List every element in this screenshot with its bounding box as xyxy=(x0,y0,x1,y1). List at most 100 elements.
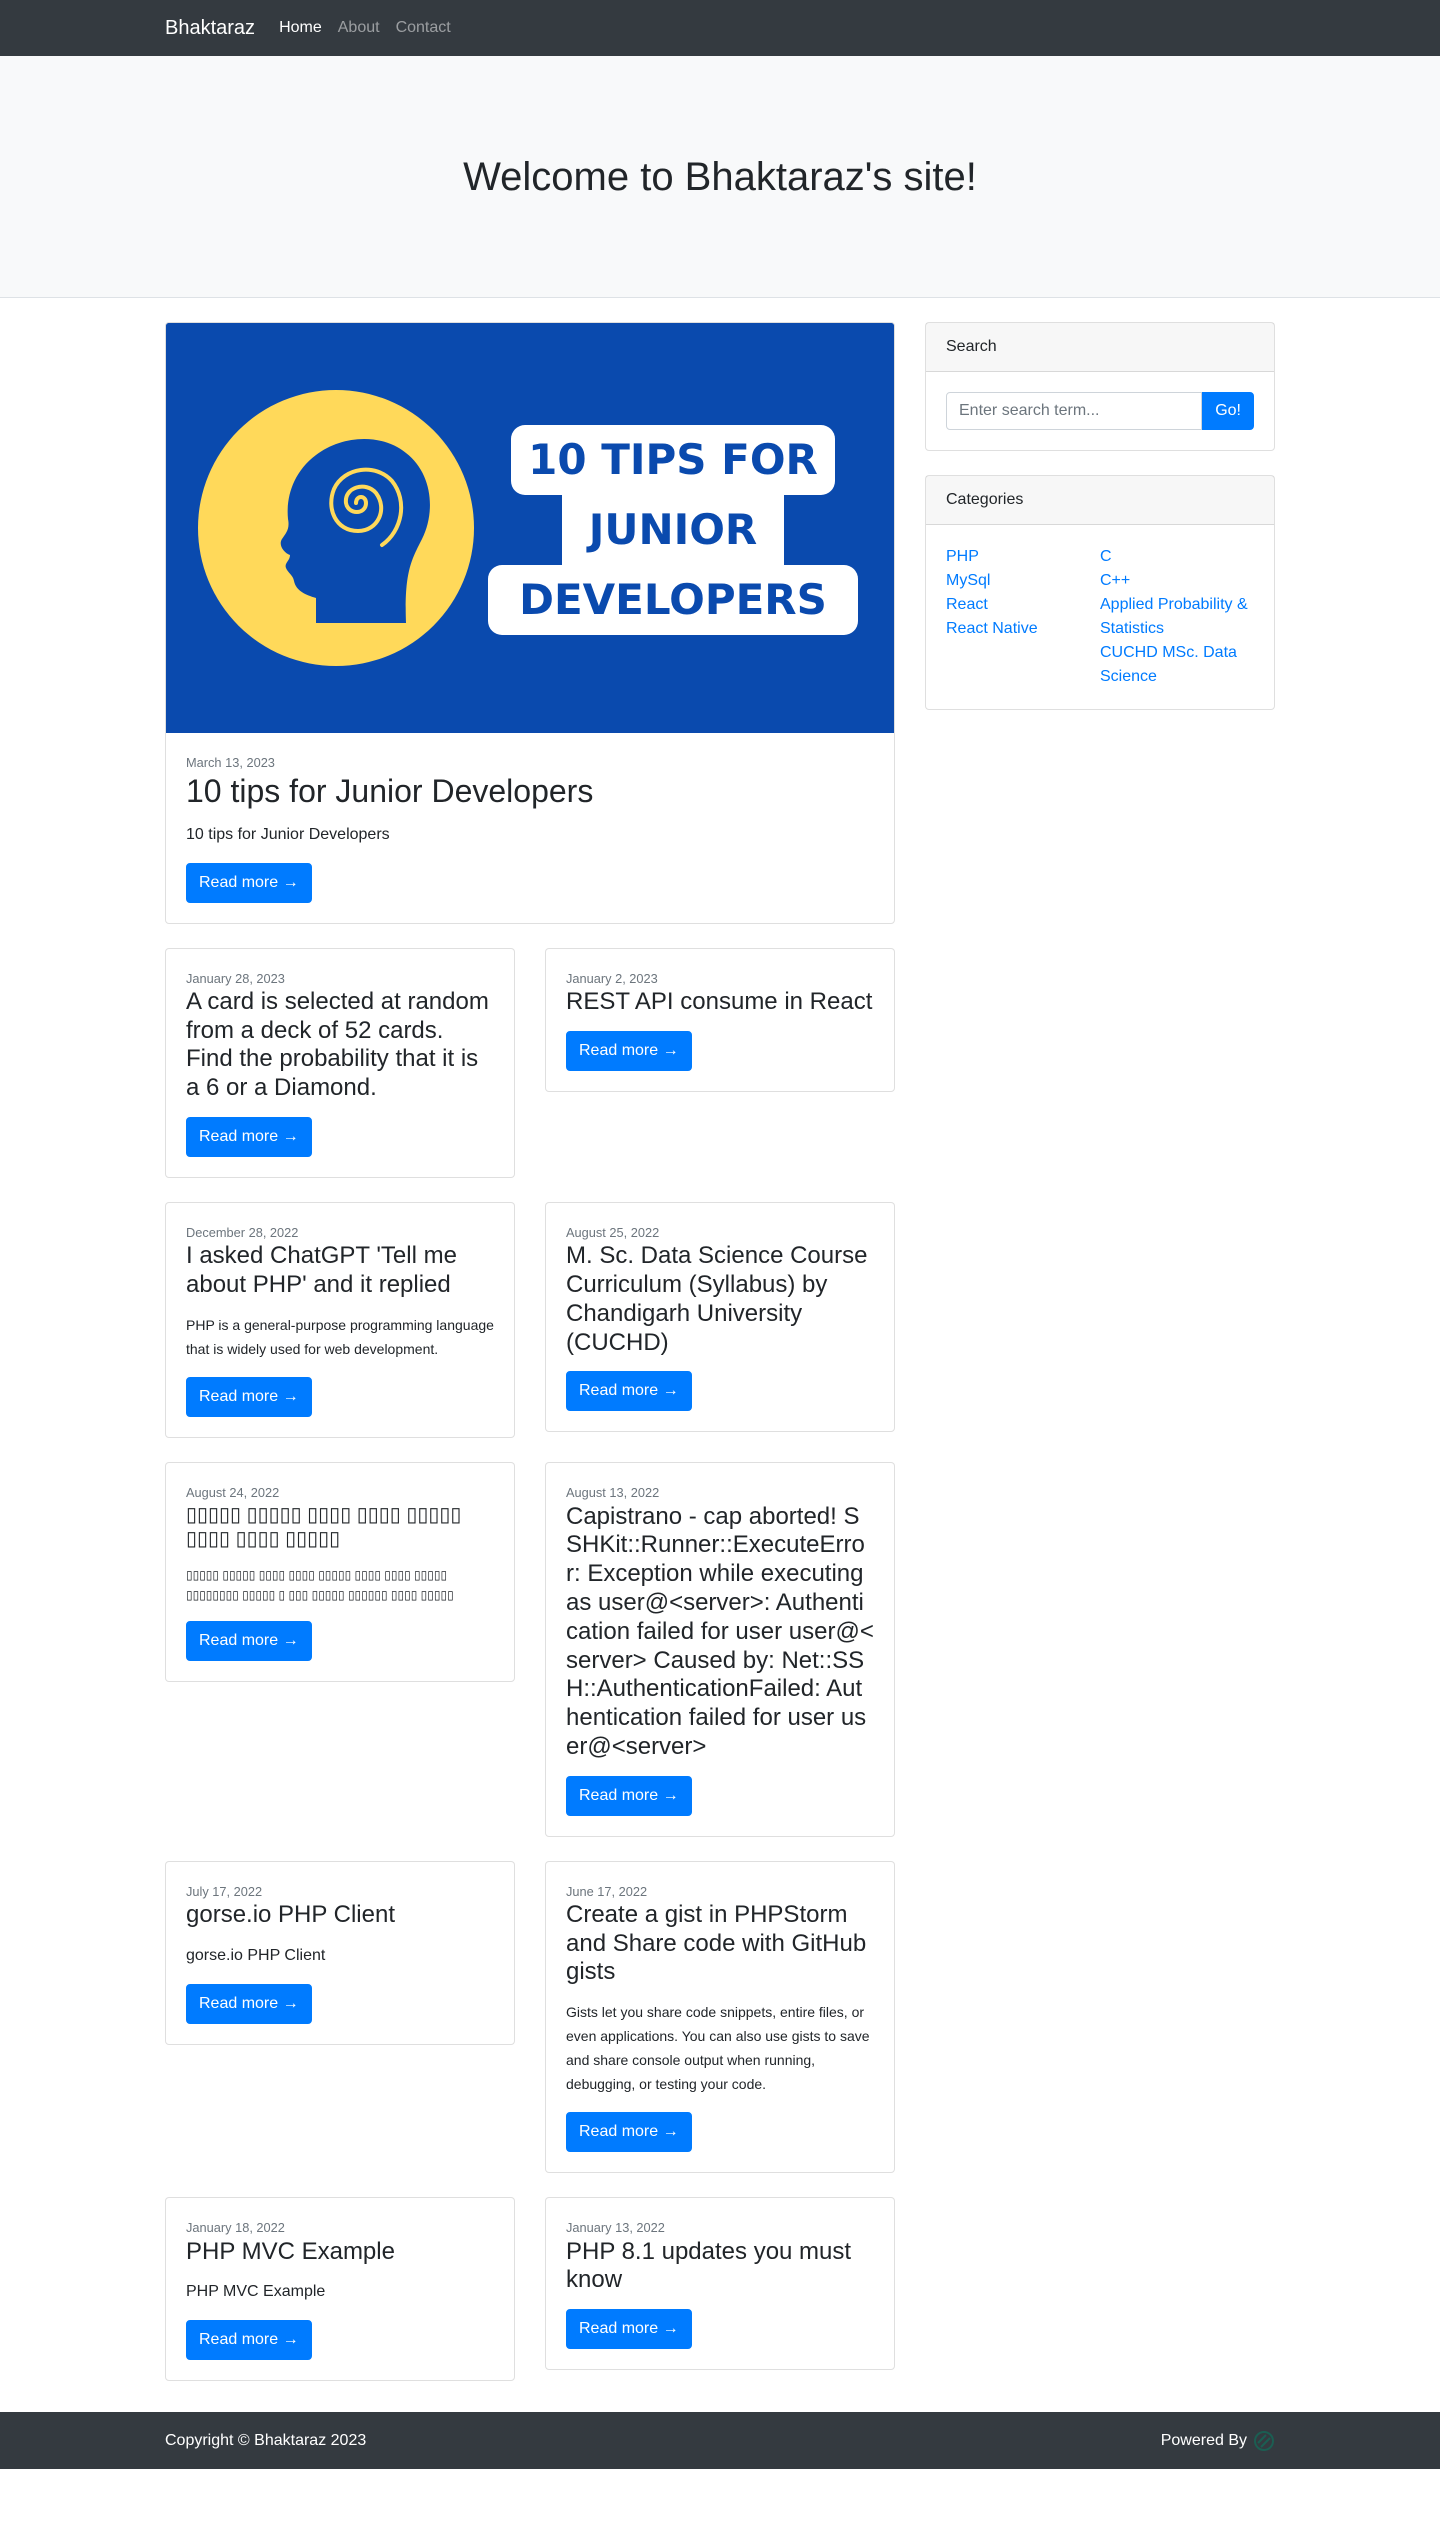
read-more-button[interactable]: Read more → xyxy=(566,1371,692,1412)
posts-column: 10 TIPS FOR JUNIOR DEVELOPERS March 13, … xyxy=(165,322,895,2405)
post-date: March 13, 2023 xyxy=(186,755,275,770)
search-button[interactable]: Go! xyxy=(1202,392,1254,430)
read-more-button[interactable]: Read more → xyxy=(186,2320,312,2361)
categories-left-list: PHP MySql React React Native xyxy=(946,545,1100,689)
category-item: PHP xyxy=(946,545,1100,569)
post-excerpt: PHP is a general-purpose programming lan… xyxy=(186,1316,494,1357)
post-card-body: June 17, 2022 Create a gist in PHPStorm … xyxy=(546,1862,894,2173)
categories-widget: Categories PHP MySql React React Native … xyxy=(925,475,1275,710)
category-item: CUCHD MSc. Data Science xyxy=(1100,641,1254,689)
post-card: August 24, 2022 ▯▯▯▯▯ ▯▯▯▯▯ ▯▯▯▯ ▯▯▯▯ ▯▯… xyxy=(165,1462,515,1683)
category-link-cuchd[interactable]: CUCHD MSc. Data Science xyxy=(1100,644,1237,685)
post-card-body: December 28, 2022 I asked ChatGPT 'Tell … xyxy=(166,1203,514,1437)
post-title: Create a gist in PHPStorm and Share code… xyxy=(566,1900,867,1986)
post-excerpt: ▯▯▯▯▯ ▯▯▯▯▯ ▯▯▯▯ ▯▯▯▯ ▯▯▯▯▯ ▯▯▯▯ ▯▯▯▯ ▯▯… xyxy=(186,1567,454,1602)
footer-inner: Copyright © Bhaktaraz 2023 Powered By xyxy=(165,2412,1275,2469)
brand-link[interactable]: Bhaktaraz xyxy=(165,13,255,43)
read-more-button[interactable]: Read more → xyxy=(566,2309,692,2350)
posts-row: December 28, 2022 I asked ChatGPT 'Tell … xyxy=(165,1201,895,1439)
read-more-button[interactable]: Read more → xyxy=(186,1983,312,2024)
featured-body: March 13, 2023 10 tips for Junior Develo… xyxy=(166,733,894,923)
category-link-react[interactable]: React xyxy=(946,596,988,613)
post-date: January 28, 2023 xyxy=(186,970,285,986)
post-excerpt: PHP MVC Example xyxy=(186,2283,326,2301)
featured-text-line-2: JUNIOR xyxy=(586,505,758,554)
gatsby-logo-icon[interactable] xyxy=(1253,2430,1275,2452)
category-item: Applied Probability & Statistics xyxy=(1100,593,1254,641)
read-more-button[interactable]: Read more → xyxy=(186,1116,312,1157)
post-title: A card is selected at random from a deck… xyxy=(186,987,489,1102)
post-card-body: January 18, 2022 PHP MVC Example PHP MVC… xyxy=(166,2198,514,2380)
featured-post-card: 10 TIPS FOR JUNIOR DEVELOPERS March 13, … xyxy=(165,322,895,924)
post-title: Capistrano - cap aborted! SSHKit::Runner… xyxy=(566,1502,874,1760)
read-more-button[interactable]: Read more → xyxy=(566,2112,692,2153)
search-input[interactable] xyxy=(946,392,1203,430)
read-more-button[interactable]: Read more → xyxy=(566,1775,692,1816)
search-widget-body: Go! xyxy=(926,372,1274,450)
category-link-cpp[interactable]: C++ xyxy=(1100,572,1130,589)
post-card: January 18, 2022 PHP MVC Example PHP MVC… xyxy=(165,2197,515,2382)
post-date: August 24, 2022 xyxy=(186,1485,280,1501)
search-row: Go! xyxy=(946,392,1254,430)
navbar: Bhaktaraz Home About Contact xyxy=(0,0,1440,56)
post-title: gorse.io PHP Client xyxy=(186,1900,395,1928)
nav-about[interactable]: About xyxy=(338,16,380,40)
posts-row: August 24, 2022 ▯▯▯▯▯ ▯▯▯▯▯ ▯▯▯▯ ▯▯▯▯ ▯▯… xyxy=(165,1462,895,1837)
page-header: Welcome to Bhaktaraz's site! xyxy=(0,56,1440,298)
category-link-php[interactable]: PHP xyxy=(946,548,979,565)
page-title: Welcome to Bhaktaraz's site! xyxy=(463,154,977,199)
category-item: React xyxy=(946,593,1100,617)
post-date: January 18, 2022 xyxy=(186,2220,285,2236)
category-link-react-native[interactable]: React Native xyxy=(946,620,1038,637)
post-excerpt: 10 tips for Junior Developers xyxy=(186,825,390,843)
post-title: I asked ChatGPT 'Tell me about PHP' and … xyxy=(186,1242,457,1298)
read-more-button[interactable]: Read more → xyxy=(186,862,312,903)
featured-text-line-3: DEVELOPERS xyxy=(519,575,827,624)
post-date: January 13, 2022 xyxy=(566,2220,665,2236)
post-date: June 17, 2022 xyxy=(566,1883,648,1899)
read-more-button[interactable]: Read more → xyxy=(566,1030,692,1071)
search-widget: Search Go! xyxy=(925,322,1275,451)
post-card: August 25, 2022 M. Sc. Data Science Cour… xyxy=(545,1201,895,1433)
categories-columns: PHP MySql React React Native C C++ Appli… xyxy=(946,545,1254,689)
post-title: PHP 8.1 updates you must know xyxy=(566,2237,852,2294)
post-card: January 2, 2023 REST API consume in Reac… xyxy=(545,947,895,1092)
posts-row: January 28, 2023 A card is selected at r… xyxy=(165,947,895,1178)
category-item: React Native xyxy=(946,617,1100,641)
post-card: January 28, 2023 A card is selected at r… xyxy=(165,947,515,1178)
navbar-inner: Bhaktaraz Home About Contact xyxy=(165,0,1275,56)
post-card: June 17, 2022 Create a gist in PHPStorm … xyxy=(545,1860,895,2174)
read-more-button[interactable]: Read more → xyxy=(186,1621,312,1662)
copyright-text: Copyright © Bhaktaraz 2023 xyxy=(165,2431,367,2449)
powered-by-label: Powered By xyxy=(1160,2431,1247,2449)
featured-image[interactable]: 10 TIPS FOR JUNIOR DEVELOPERS xyxy=(166,323,894,733)
post-card-body: January 13, 2022 PHP 8.1 updates you mus… xyxy=(546,2198,894,2369)
category-link-mysql[interactable]: MySql xyxy=(946,572,990,589)
category-link-probability[interactable]: Applied Probability & Statistics xyxy=(1100,596,1248,637)
post-excerpt: Gists let you share code snippets, entir… xyxy=(566,2004,870,2092)
categories-widget-header: Categories xyxy=(926,476,1274,525)
categories-right-list: C C++ Applied Probability & Statistics C… xyxy=(1100,545,1254,689)
post-title: REST API consume in React xyxy=(566,987,873,1015)
search-widget-header: Search xyxy=(926,323,1274,372)
post-date: January 2, 2023 xyxy=(566,970,658,986)
featured-illustration: 10 TIPS FOR JUNIOR DEVELOPERS xyxy=(166,323,894,733)
nav-contact[interactable]: Contact xyxy=(396,16,451,40)
category-link-c[interactable]: C xyxy=(1100,548,1112,565)
category-item: C xyxy=(1100,545,1254,569)
post-card-body: August 24, 2022 ▯▯▯▯▯ ▯▯▯▯▯ ▯▯▯▯ ▯▯▯▯ ▯▯… xyxy=(166,1463,514,1681)
sidebar: Search Go! Categories PHP MySql React Re… xyxy=(925,322,1275,734)
category-item: C++ xyxy=(1100,569,1254,593)
post-card-body: January 2, 2023 REST API consume in Reac… xyxy=(546,949,894,1091)
categories-widget-body: PHP MySql React React Native C C++ Appli… xyxy=(926,525,1274,709)
posts-row: January 18, 2022 PHP MVC Example PHP MVC… xyxy=(165,2197,895,2382)
post-date: August 25, 2022 xyxy=(566,1224,660,1240)
footer: Copyright © Bhaktaraz 2023 Powered By xyxy=(0,2412,1440,2470)
read-more-button[interactable]: Read more → xyxy=(186,1377,312,1418)
post-date: August 13, 2022 xyxy=(566,1485,660,1501)
post-card: January 13, 2022 PHP 8.1 updates you mus… xyxy=(545,2197,895,2371)
post-excerpt: gorse.io PHP Client xyxy=(186,1946,326,1964)
nav-home[interactable]: Home xyxy=(279,16,322,40)
category-item: MySql xyxy=(946,569,1100,593)
post-card-body: August 25, 2022 M. Sc. Data Science Cour… xyxy=(546,1203,894,1431)
